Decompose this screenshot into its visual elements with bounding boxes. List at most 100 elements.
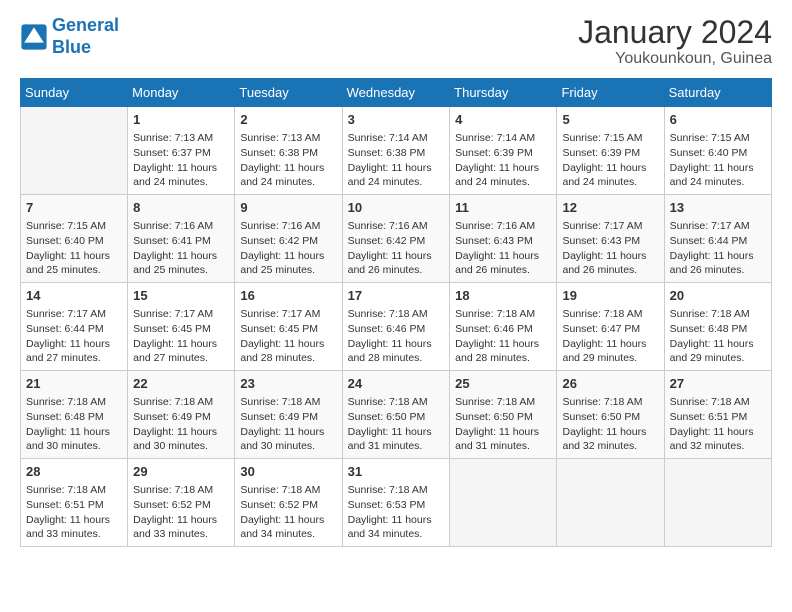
- sunrise: Sunrise: 7:18 AM: [670, 308, 750, 320]
- daylight: Daylight: 11 hours and 28 minutes.: [455, 338, 539, 365]
- daylight: Daylight: 11 hours and 33 minutes.: [133, 514, 217, 541]
- day-number: 28: [26, 463, 122, 481]
- calendar-week-row: 1Sunrise: 7:13 AMSunset: 6:37 PMDaylight…: [21, 107, 772, 195]
- calendar-cell: 18Sunrise: 7:18 AMSunset: 6:46 PMDayligh…: [450, 283, 557, 371]
- daylight: Daylight: 11 hours and 31 minutes.: [348, 426, 432, 453]
- sunrise: Sunrise: 7:17 AM: [670, 220, 750, 232]
- sunrise: Sunrise: 7:17 AM: [240, 308, 320, 320]
- sunrise: Sunrise: 7:18 AM: [670, 396, 750, 408]
- sunset: Sunset: 6:50 PM: [455, 411, 533, 423]
- header-row: Sunday Monday Tuesday Wednesday Thursday…: [21, 79, 772, 107]
- calendar-cell: 16 Sunrise: 7:17 AM Sunset: 6:45 PM Dayligh…: [235, 283, 342, 371]
- calendar-cell: 2Sunrise: 7:13 AMSunset: 6:38 PMDaylight…: [235, 107, 342, 195]
- col-saturday: Saturday: [664, 79, 771, 107]
- day-number: 31: [348, 463, 445, 481]
- sunset: Sunset: 6:47 PM: [562, 323, 640, 335]
- calendar-cell: [21, 107, 128, 195]
- daylight: Daylight: 11 hours and 25 minutes.: [26, 250, 110, 277]
- col-sunday: Sunday: [21, 79, 128, 107]
- daylight: Daylight: 11 hours and 30 minutes.: [133, 426, 217, 453]
- logo-text: General Blue: [52, 15, 119, 58]
- daylight: Daylight: 11 hours and 27 minutes.: [133, 338, 217, 365]
- calendar-cell: 31Sunrise: 7:18 AMSunset: 6:53 PMDayligh…: [342, 458, 450, 546]
- day-number: 9: [240, 199, 336, 217]
- sunset: Sunset: 6:52 PM: [240, 499, 318, 511]
- sunrise: Sunrise: 7:18 AM: [133, 484, 213, 496]
- calendar-cell: 9Sunrise: 7:16 AMSunset: 6:42 PMDaylight…: [235, 195, 342, 283]
- sunset: Sunset: 6:42 PM: [240, 235, 318, 247]
- day-number: 7: [26, 199, 122, 217]
- daylight: Daylight: 11 hours and 28 minutes.: [240, 338, 324, 365]
- day-number: 3: [348, 111, 445, 129]
- sunset: Sunset: 6:43 PM: [562, 235, 640, 247]
- daylight: Daylight: 11 hours and 24 minutes.: [562, 162, 646, 189]
- daylight: Daylight: 11 hours and 28 minutes.: [348, 338, 432, 365]
- day-number: 30: [240, 463, 336, 481]
- day-number: 23: [240, 375, 336, 393]
- sunrise: Sunrise: 7:15 AM: [26, 220, 106, 232]
- calendar-cell: 21Sunrise: 7:18 AMSunset: 6:48 PMDayligh…: [21, 371, 128, 459]
- day-number: 11: [455, 199, 551, 217]
- sunrise: Sunrise: 7:17 AM: [26, 308, 106, 320]
- sunrise: Sunrise: 7:16 AM: [240, 220, 320, 232]
- day-number: 2: [240, 111, 336, 129]
- calendar-cell: 22Sunrise: 7:18 AMSunset: 6:49 PMDayligh…: [128, 371, 235, 459]
- daylight: Daylight: 11 hours and 26 minutes.: [455, 250, 539, 277]
- daylight: Daylight: 11 hours and 30 minutes.: [26, 426, 110, 453]
- sunrise: Sunrise: 7:15 AM: [670, 132, 750, 144]
- calendar-cell: 7Sunrise: 7:15 AMSunset: 6:40 PMDaylight…: [21, 195, 128, 283]
- sunset: Sunset: 6:40 PM: [670, 147, 748, 159]
- calendar-cell: 29Sunrise: 7:18 AMSunset: 6:52 PMDayligh…: [128, 458, 235, 546]
- sunset: Sunset: 6:48 PM: [26, 411, 104, 423]
- sunrise: Sunrise: 7:13 AM: [133, 132, 213, 144]
- daylight: Daylight: 11 hours and 30 minutes.: [240, 426, 324, 453]
- day-number: 5: [562, 111, 658, 129]
- sunrise: Sunrise: 7:18 AM: [133, 396, 213, 408]
- daylight: Daylight: 11 hours and 26 minutes.: [562, 250, 646, 277]
- logo-line2: Blue: [52, 37, 91, 57]
- day-number: 18: [455, 287, 551, 305]
- calendar-cell: 19Sunrise: 7:18 AMSunset: 6:47 PMDayligh…: [557, 283, 664, 371]
- day-number: 13: [670, 199, 766, 217]
- sunset: Sunset: 6:46 PM: [455, 323, 533, 335]
- sunrise: Sunrise: 7:16 AM: [133, 220, 213, 232]
- sunset: Sunset: 6:41 PM: [133, 235, 211, 247]
- sunrise: Sunrise: 7:18 AM: [26, 484, 106, 496]
- daylight: Daylight: 11 hours and 27 minutes.: [26, 338, 110, 365]
- sunrise: Sunrise: 7:13 AM: [240, 132, 320, 144]
- logo-icon: [20, 23, 48, 51]
- col-wednesday: Wednesday: [342, 79, 450, 107]
- day-number: 22: [133, 375, 229, 393]
- day-number: 25: [455, 375, 551, 393]
- sunrise: Sunrise: 7:18 AM: [240, 396, 320, 408]
- sunrise: Sunrise: 7:18 AM: [26, 396, 106, 408]
- day-number: 19: [562, 287, 658, 305]
- calendar-cell: [664, 458, 771, 546]
- sunrise: Sunrise: 7:18 AM: [240, 484, 320, 496]
- calendar-cell: [557, 458, 664, 546]
- calendar-cell: 8Sunrise: 7:16 AMSunset: 6:41 PMDaylight…: [128, 195, 235, 283]
- sunset: Sunset: 6:50 PM: [348, 411, 426, 423]
- calendar-subtitle: Youkounkoun, Guinea: [578, 50, 772, 68]
- title-block: January 2024 Youkounkoun, Guinea: [578, 15, 772, 68]
- col-monday: Monday: [128, 79, 235, 107]
- day-number: 20: [670, 287, 766, 305]
- col-tuesday: Tuesday: [235, 79, 342, 107]
- calendar-cell: [450, 458, 557, 546]
- daylight: Daylight: 11 hours and 33 minutes.: [26, 514, 110, 541]
- daylight: Daylight: 11 hours and 34 minutes.: [348, 514, 432, 541]
- day-number: 16: [240, 287, 336, 305]
- calendar-cell: 14Sunrise: 7:17 AMSunset: 6:44 PMDayligh…: [21, 283, 128, 371]
- daylight: Daylight: 11 hours and 24 minutes.: [455, 162, 539, 189]
- sunset: Sunset: 6:42 PM: [348, 235, 426, 247]
- calendar-cell: 25Sunrise: 7:18 AMSunset: 6:50 PMDayligh…: [450, 371, 557, 459]
- calendar-cell: 5Sunrise: 7:15 AMSunset: 6:39 PMDaylight…: [557, 107, 664, 195]
- daylight: Daylight: 11 hours and 24 minutes.: [133, 162, 217, 189]
- sunset: Sunset: 6:45 PM: [240, 323, 318, 335]
- sunrise: Sunrise: 7:14 AM: [455, 132, 535, 144]
- sunrise: Sunrise: 7:16 AM: [348, 220, 428, 232]
- daylight: Daylight: 11 hours and 24 minutes.: [240, 162, 324, 189]
- sunrise: Sunrise: 7:17 AM: [562, 220, 642, 232]
- sunrise: Sunrise: 7:18 AM: [348, 308, 428, 320]
- daylight: Daylight: 11 hours and 24 minutes.: [348, 162, 432, 189]
